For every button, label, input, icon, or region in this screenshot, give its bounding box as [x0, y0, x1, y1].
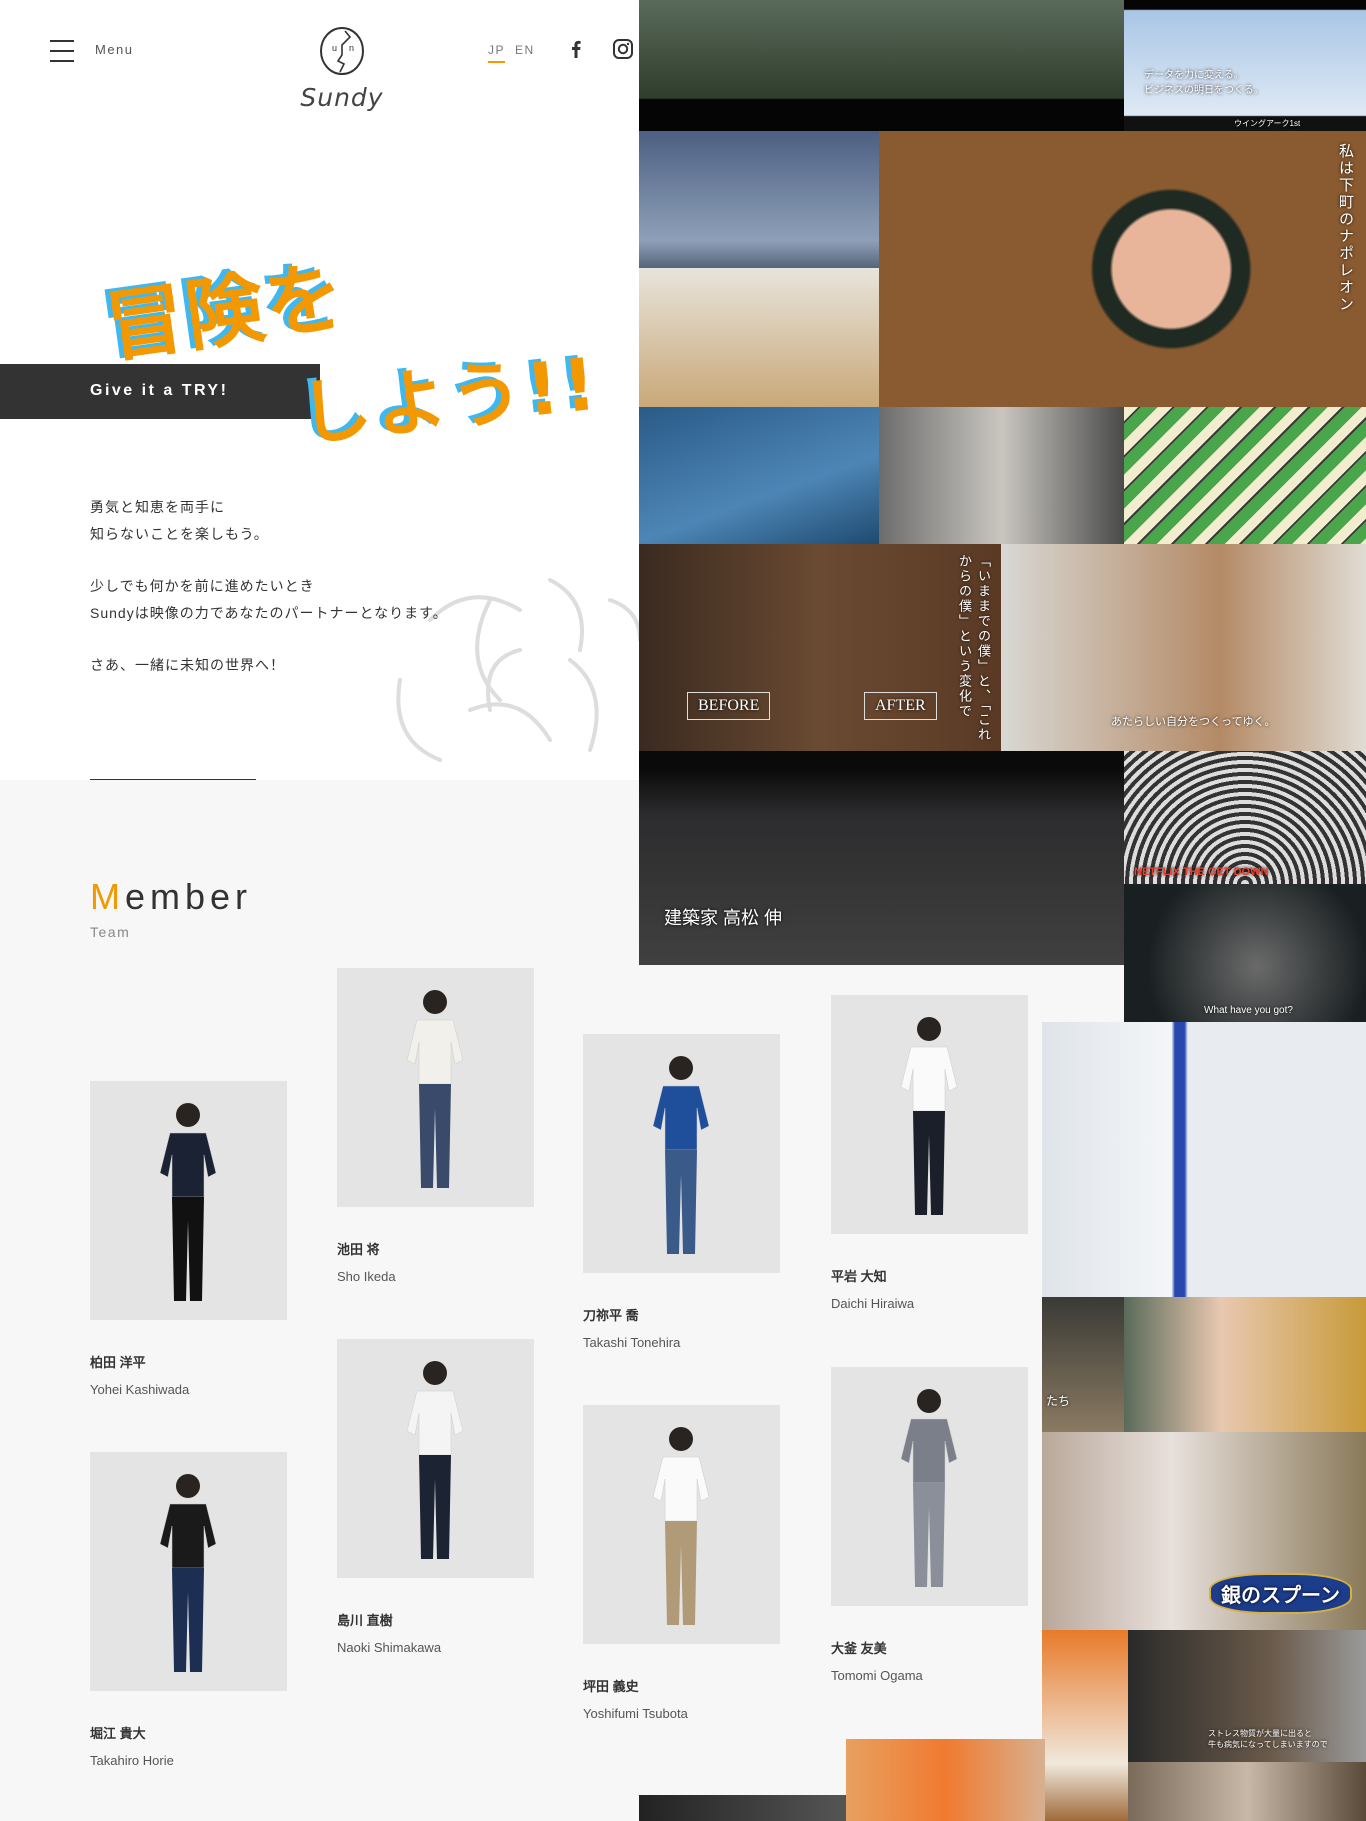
work-thumbnail[interactable]: データを力に変える。 ビジネスの明日をつくる。ウイングアーク1st — [1124, 0, 1366, 131]
facebook-icon[interactable] — [565, 38, 587, 60]
work-thumbnail[interactable] — [639, 268, 879, 407]
intro-text: 勇気と知恵を両手に知らないことを楽しもう。 少しでも何かを前に進めたいとき Sun… — [90, 494, 448, 705]
member-card[interactable]: 島川 直樹 Naoki Shimakawa — [337, 1339, 534, 1655]
work-thumbnail[interactable] — [1124, 407, 1366, 544]
member-card[interactable]: 坪田 義史 Yoshifumi Tsubota — [583, 1405, 780, 1721]
member-name-jp: 柏田 洋平 — [90, 1355, 146, 1370]
work-thumbnail[interactable]: 「いままでの僕」と、「これからの僕」という変化で BEFORE AFTER — [639, 544, 1001, 751]
work-thumbnail[interactable] — [1124, 1297, 1366, 1432]
work-thumbnail[interactable] — [639, 0, 1124, 131]
intro-line: 勇気と知恵を両手に — [90, 499, 225, 515]
hero-section: Menu un Sundy JP EN 冒険を Give it a TRY! し… — [0, 0, 639, 780]
member-name-en: Takashi Tonehira — [583, 1335, 681, 1350]
work-thumbnail[interactable]: たち — [1042, 1297, 1124, 1432]
logo-text: Sundy — [300, 83, 384, 112]
member-photo — [90, 1081, 287, 1320]
member-name-jp: 刀祢平 喬 — [583, 1308, 639, 1323]
work-thumbnail[interactable] — [639, 407, 879, 544]
member-name-en: Naoki Shimakawa — [337, 1640, 442, 1655]
member-name-jp: 坪田 義史 — [583, 1679, 639, 1694]
lang-en[interactable]: EN — [515, 43, 535, 57]
lang-jp[interactable]: JP — [488, 43, 506, 63]
member-name-jp: 大釜 友美 — [831, 1641, 887, 1656]
member-photo — [337, 968, 534, 1207]
work-caption: 銀のスプーン — [1209, 1573, 1352, 1614]
member-name-en: Tomomi Ogama — [831, 1668, 923, 1683]
intro-line: さあ、一緒に未知の世界へ！ — [90, 657, 285, 673]
work-caption: あたらしい自分をつくってゆく。 — [1111, 716, 1276, 728]
svg-text:u: u — [332, 43, 337, 53]
work-label-after: AFTER — [864, 692, 937, 720]
member-name-en: Sho Ikeda — [337, 1269, 396, 1284]
work-thumbnail[interactable]: あたらしい自分をつくってゆく。 — [1001, 544, 1366, 751]
work-caption: 私は下町のナポレオン — [1337, 143, 1354, 313]
work-caption: 「いままでの僕」と、「これからの僕」という変化で — [957, 554, 991, 743]
work-thumbnail[interactable] — [846, 1739, 1045, 1821]
tagline: Give it a TRY! — [90, 382, 229, 399]
menu-icon[interactable] — [50, 40, 74, 62]
work-caption: What have you got? — [1204, 1005, 1293, 1016]
member-title-initial: M — [90, 876, 125, 917]
member-name-jp: 堀江 貴大 — [90, 1726, 146, 1741]
intro-line: Sundyは映像の力であなたのパートナーとなります。 — [90, 604, 448, 621]
work-caption: ストレス物質が大量に出ると 牛も病気になってしまいますので — [1208, 1729, 1328, 1749]
work-caption: たち — [1046, 1394, 1071, 1408]
intro-line: 少しでも何かを前に進めたいとき — [90, 578, 315, 594]
member-card[interactable]: 池田 将 Sho Ikeda — [337, 968, 534, 1284]
member-card[interactable]: 堀江 貴大 Takahiro Horie — [90, 1452, 287, 1768]
work-thumbnail[interactable] — [1042, 1022, 1366, 1297]
intro-line: 知らないことを楽しもう。 — [90, 525, 269, 542]
member-name-jp: 池田 将 — [337, 1242, 380, 1257]
work-caption: NETFLIX THE GET DOWN — [1134, 866, 1269, 878]
work-thumbnail[interactable] — [639, 131, 879, 268]
work-thumbnail[interactable] — [1128, 1762, 1366, 1821]
svg-text:n: n — [349, 43, 354, 53]
work-thumbnail[interactable] — [1042, 1630, 1128, 1821]
member-title: Member — [90, 876, 252, 918]
member-photo — [337, 1339, 534, 1578]
member-card[interactable]: 大釜 友美 Tomomi Ogama — [831, 1367, 1028, 1683]
menu-label[interactable]: Menu — [95, 42, 134, 57]
work-thumbnail[interactable]: What have you got? — [1124, 884, 1366, 1022]
work-thumbnail[interactable] — [639, 1795, 846, 1821]
member-subtitle: Team — [90, 924, 131, 940]
work-thumbnail[interactable]: NETFLIX THE GET DOWN — [1124, 751, 1366, 884]
work-thumbnail[interactable]: 建築家 高松 伸 — [639, 751, 1124, 965]
member-name-en: Yohei Kashiwada — [90, 1382, 190, 1397]
work-thumbnail[interactable]: 銀のスプーン — [1042, 1432, 1366, 1630]
logo-face-icon: un — [320, 27, 364, 75]
member-card[interactable]: 柏田 洋平 Yohei Kashiwada — [90, 1081, 287, 1397]
member-name-jp: 島川 直樹 — [337, 1613, 393, 1628]
tagline-band: Give it a TRY! — [0, 364, 320, 419]
work-client: ウイングアーク1st — [1234, 119, 1301, 128]
member-photo — [831, 995, 1028, 1234]
member-photo — [90, 1452, 287, 1691]
instagram-icon[interactable] — [612, 38, 634, 60]
member-name-en: Takahiro Horie — [90, 1753, 174, 1768]
work-caption: データを力に変える。 ビジネスの明日をつくる。 — [1144, 70, 1264, 96]
work-label-before: BEFORE — [687, 692, 771, 720]
divider — [90, 779, 256, 780]
member-photo — [583, 1034, 780, 1273]
work-thumbnail[interactable]: ストレス物質が大量に出ると 牛も病気になってしまいますので — [1128, 1630, 1366, 1762]
work-caption: 建築家 高松 伸 — [664, 908, 783, 928]
member-card[interactable]: 刀祢平 喬 Takashi Tonehira — [583, 1034, 780, 1350]
member-title-rest: ember — [125, 876, 253, 917]
logo[interactable]: un Sundy — [292, 26, 392, 112]
member-name-en: Daichi Hiraiwa — [831, 1296, 915, 1311]
member-photo — [831, 1367, 1028, 1606]
member-card[interactable]: 平岩 大知 Daichi Hiraiwa — [831, 995, 1028, 1311]
work-thumbnail[interactable]: 私は下町のナポレオン — [879, 131, 1366, 407]
member-name-jp: 平岩 大知 — [831, 1269, 887, 1284]
work-thumbnail[interactable] — [879, 407, 1124, 544]
member-name-en: Yoshifumi Tsubota — [583, 1706, 688, 1721]
member-photo — [583, 1405, 780, 1644]
